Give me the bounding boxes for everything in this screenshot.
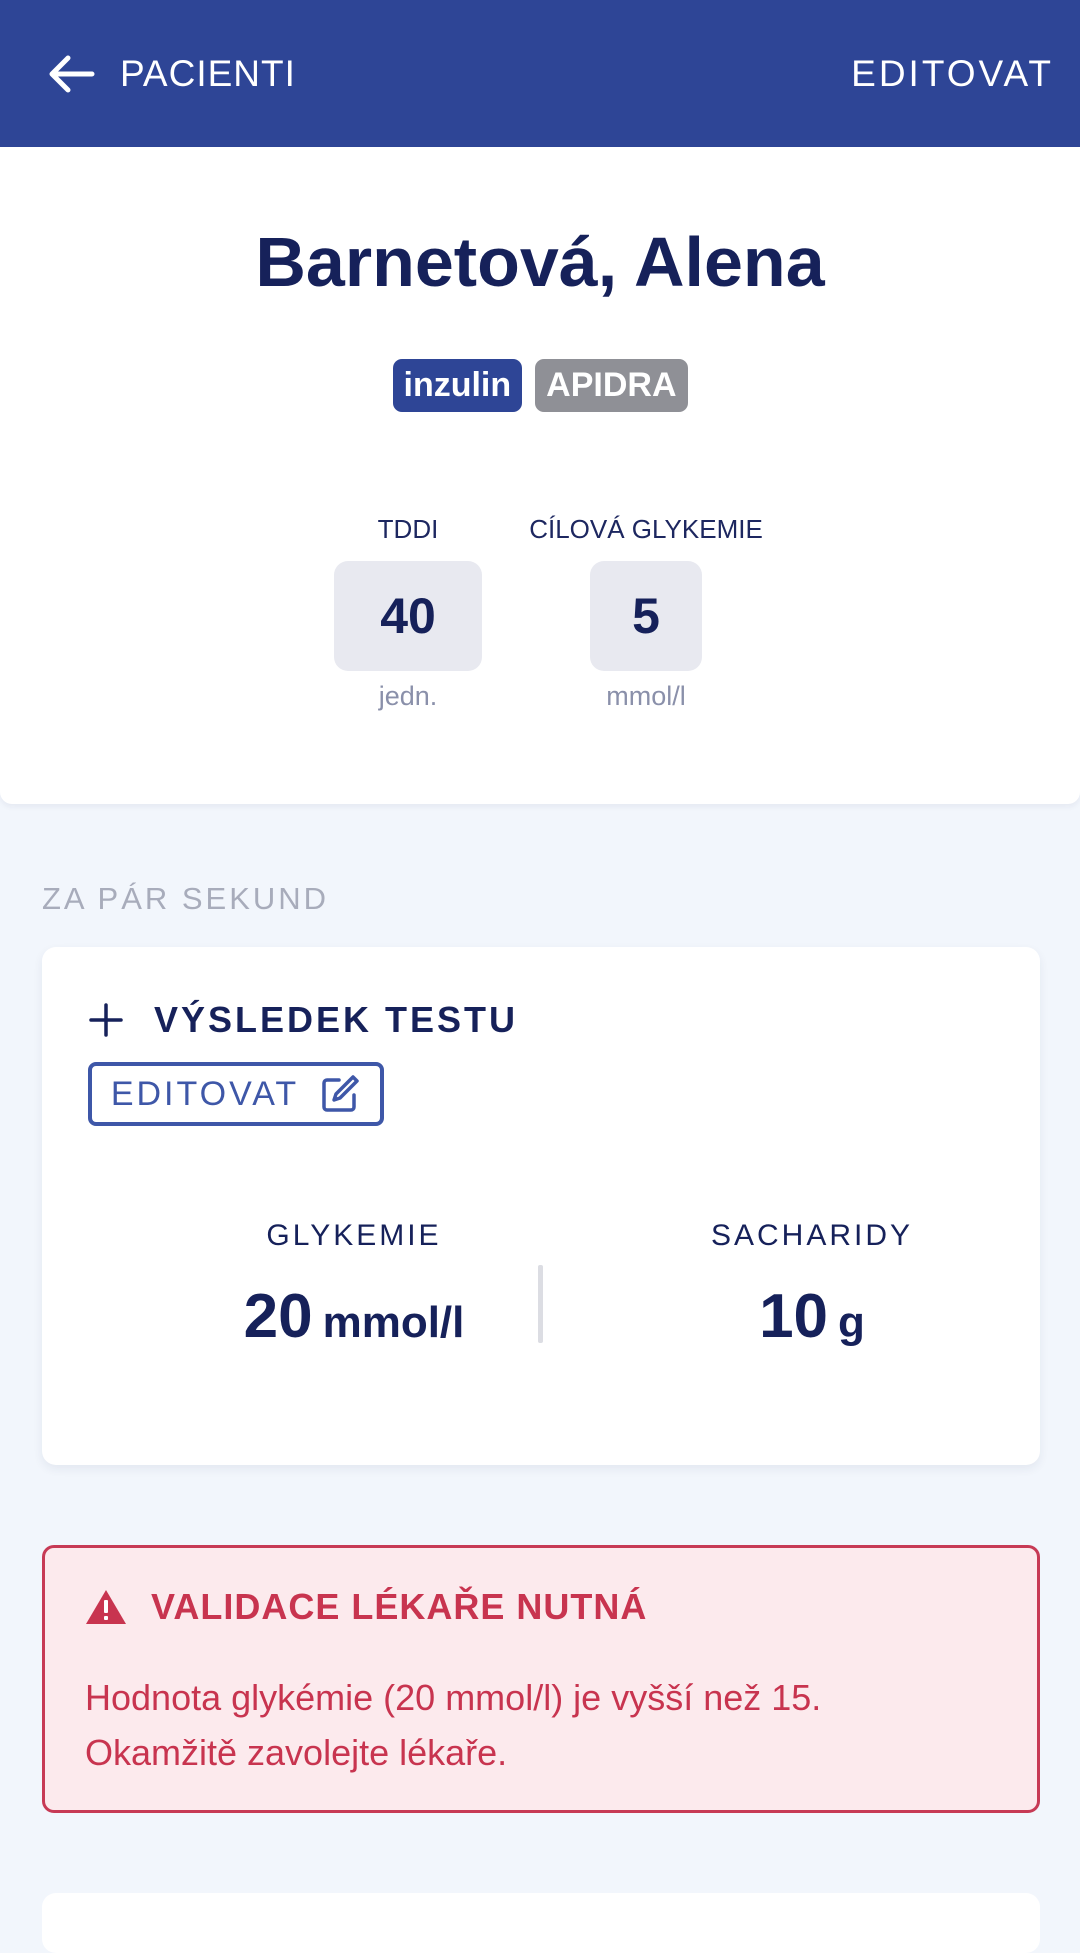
time-section-heading: ZA PÁR SEKUND: [42, 881, 330, 916]
doctor-validation-alert: VALIDACE LÉKAŘE NUTNÁ Hodnota glykémie (…: [42, 1545, 1040, 1813]
next-card: [42, 1893, 1040, 1953]
glycemia-unit: mmol/l: [322, 1298, 465, 1347]
carbs-number: 10: [759, 1282, 829, 1351]
stat-target-glycemia: CÍLOVÁ GLYKEMIE 5 mmol/l: [526, 509, 766, 712]
glycemia-metric: GLYKEMIE 20 mmol/l: [184, 1219, 524, 1352]
glycemia-value: 20 mmol/l: [184, 1281, 524, 1352]
edit-result-button[interactable]: EDITOVAT: [88, 1062, 384, 1126]
carbs-unit: g: [838, 1298, 865, 1347]
carbs-metric: SACHARIDY 10 g: [642, 1219, 982, 1352]
alert-message-line-1: Hodnota glykémie (20 mmol/l) je vyšší ne…: [85, 1677, 822, 1718]
stat-tddi: TDDI 40 jedn.: [318, 509, 498, 712]
patient-name: Barnetová, Alena: [255, 223, 825, 301]
edit-patient-button[interactable]: EDITOVAT: [851, 44, 1054, 104]
back-label: PACIENTI: [120, 53, 296, 94]
alert-title: VALIDACE LÉKAŘE NUTNÁ: [151, 1586, 648, 1627]
edit-icon: [322, 1075, 359, 1112]
result-title: VÝSLEDEK TESTU: [154, 999, 519, 1040]
glycemia-label: GLYKEMIE: [266, 1219, 442, 1252]
stat-target-value: 5: [590, 561, 702, 671]
carbs-label: SACHARIDY: [710, 1219, 914, 1252]
warning-icon: [86, 1590, 126, 1624]
metric-divider: [538, 1265, 543, 1343]
arrow-left-icon: [49, 55, 95, 93]
stat-target-unit: mmol/l: [606, 681, 686, 711]
back-to-patients-button[interactable]: PACIENTI: [44, 44, 296, 104]
test-result-card: VÝSLEDEK TESTU EDITOVAT GLYKEMIE 20 mmol/…: [42, 947, 1040, 1465]
tag-drug: APIDRA: [535, 359, 688, 412]
alert-message: Hodnota glykémie (20 mmol/l) je vyšší ne…: [85, 1670, 1005, 1780]
result-title-row: VÝSLEDEK TESTU: [88, 999, 518, 1041]
stat-target-label: CÍLOVÁ GLYKEMIE: [529, 514, 763, 544]
patient-header-card: Barnetová, Alena inzulin APIDRA TDDI 40 …: [0, 147, 1080, 804]
stat-tddi-value: 40: [334, 561, 482, 671]
plus-icon: [89, 1003, 123, 1037]
glycemia-number: 20: [243, 1282, 313, 1351]
alert-message-line-2: Okamžitě zavolejte lékaře.: [85, 1732, 508, 1773]
stat-tddi-label: TDDI: [377, 514, 439, 544]
tag-insulin: inzulin: [392, 359, 523, 412]
patient-tags: inzulin APIDRA: [0, 359, 1080, 412]
alert-title-row: VALIDACE LÉKAŘE NUTNÁ: [85, 1586, 647, 1628]
carbs-value: 10 g: [642, 1281, 982, 1352]
edit-result-label: EDITOVAT: [110, 1074, 300, 1113]
top-app-bar: PACIENTI EDITOVAT: [0, 0, 1080, 147]
stat-tddi-unit: jedn.: [378, 681, 438, 711]
